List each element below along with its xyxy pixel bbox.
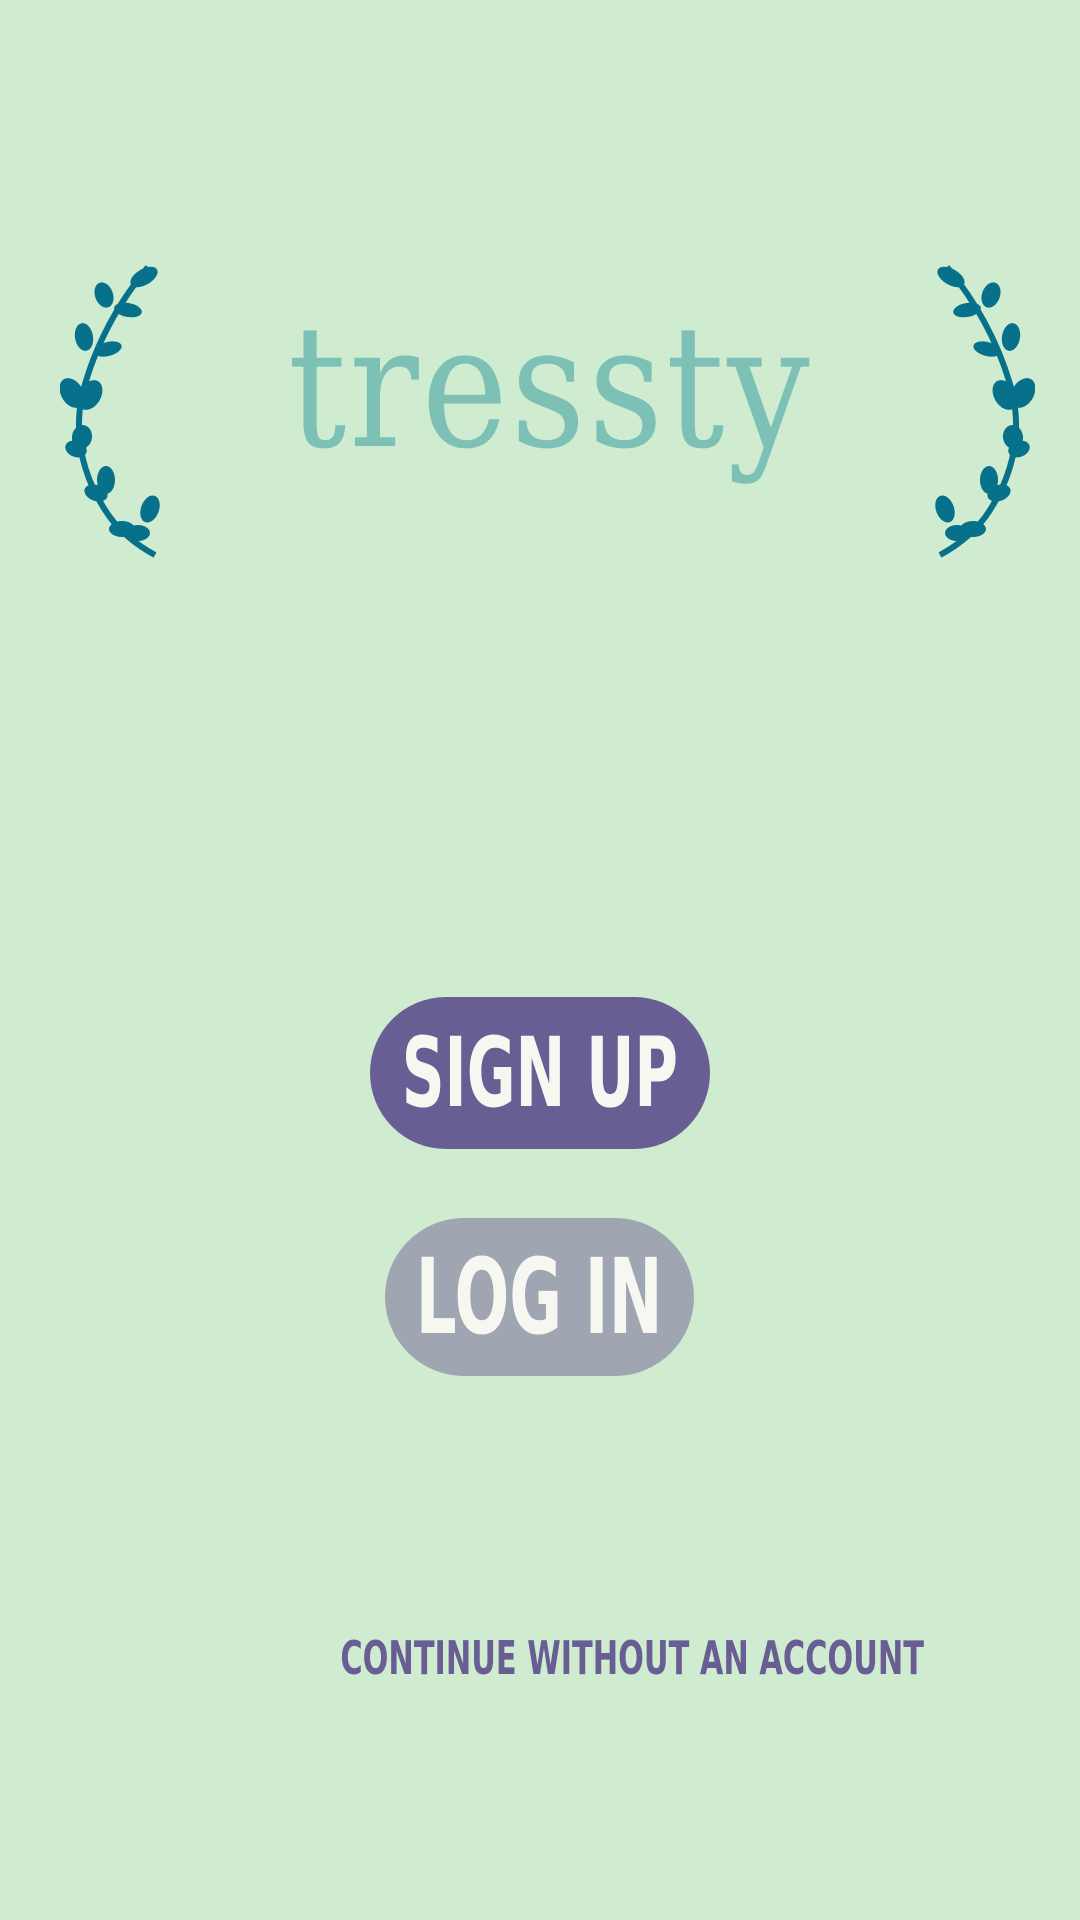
log-in-button[interactable]: LOG IN	[385, 1218, 694, 1376]
sign-up-button[interactable]: SIGN UP	[370, 997, 710, 1149]
laurel-right-icon	[935, 265, 1035, 558]
app-name-logo: tressty	[287, 289, 813, 487]
continue-without-account-link[interactable]: CONTINUE WITHOUT AN ACCOUNT	[190, 1630, 924, 1686]
laurel-left-icon	[60, 265, 160, 558]
sign-up-label: SIGN UP	[401, 1017, 679, 1129]
continue-without-account-label: CONTINUE WITHOUT AN ACCOUNT	[340, 1631, 924, 1685]
log-in-label: LOG IN	[416, 1236, 663, 1358]
logo: tressty	[0, 265, 1080, 560]
